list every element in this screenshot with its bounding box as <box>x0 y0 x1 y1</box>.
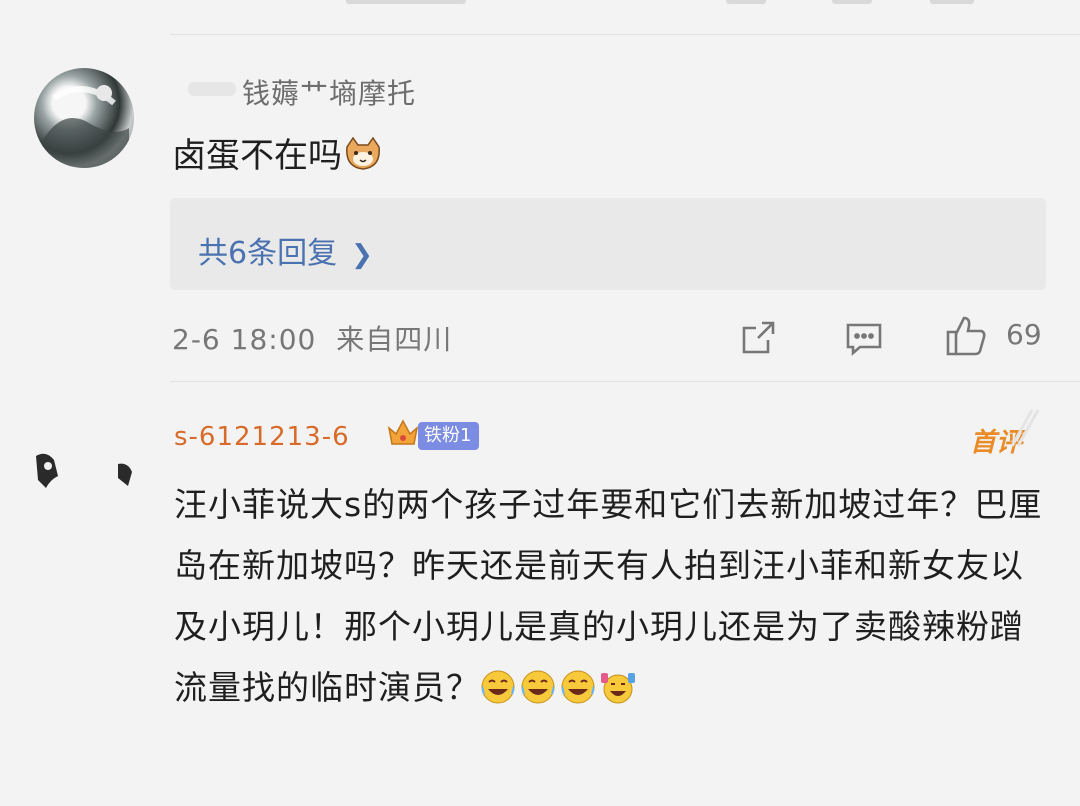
comment-text-content: 卤蛋不在吗 <box>172 136 342 176</box>
avatar[interactable] <box>34 68 134 168</box>
avatar[interactable] <box>32 450 62 490</box>
view-replies-link[interactable]: 共6条回复 ❯ <box>198 228 373 272</box>
avatar-decoration <box>112 460 138 490</box>
cheering-emoji <box>600 663 636 704</box>
comment-icon[interactable] <box>842 316 886 360</box>
comment-meta: 2-6 18:00 来自四川 <box>172 318 452 358</box>
username[interactable]: s-6121213-6 <box>174 422 350 452</box>
cat-face-emoji <box>344 136 382 171</box>
crying-laughing-emoji <box>480 663 516 704</box>
view-replies-label: 共6条回复 <box>198 236 338 271</box>
divider <box>170 34 1080 35</box>
comment-location: 来自四川 <box>336 323 453 356</box>
crying-laughing-emoji <box>520 663 556 704</box>
first-comment-icon <box>1010 406 1042 450</box>
share-icon[interactable] <box>736 316 780 360</box>
comment-text: 卤蛋不在吗 <box>172 128 382 177</box>
thumbs-up-icon[interactable] <box>944 314 988 358</box>
crying-laughing-emoji <box>560 663 596 704</box>
like-count: 69 <box>1006 318 1042 351</box>
chevron-right-icon: ❯ <box>351 240 373 270</box>
fan-badge: 铁粉1 <box>418 422 480 450</box>
comment-time: 2-6 18:00 <box>172 323 317 356</box>
divider <box>170 381 1080 382</box>
previous-comment-toolbar-remnant <box>0 0 1080 16</box>
username-blur <box>188 82 236 96</box>
comment-text: 汪小菲说大s的两个孩子过年要和它们去新加坡过年？巴厘岛在新加坡吗？昨天还是前天有… <box>174 474 1044 718</box>
crown-icon <box>386 416 420 450</box>
username[interactable]: 钱薅艹墒摩托 <box>242 72 416 112</box>
